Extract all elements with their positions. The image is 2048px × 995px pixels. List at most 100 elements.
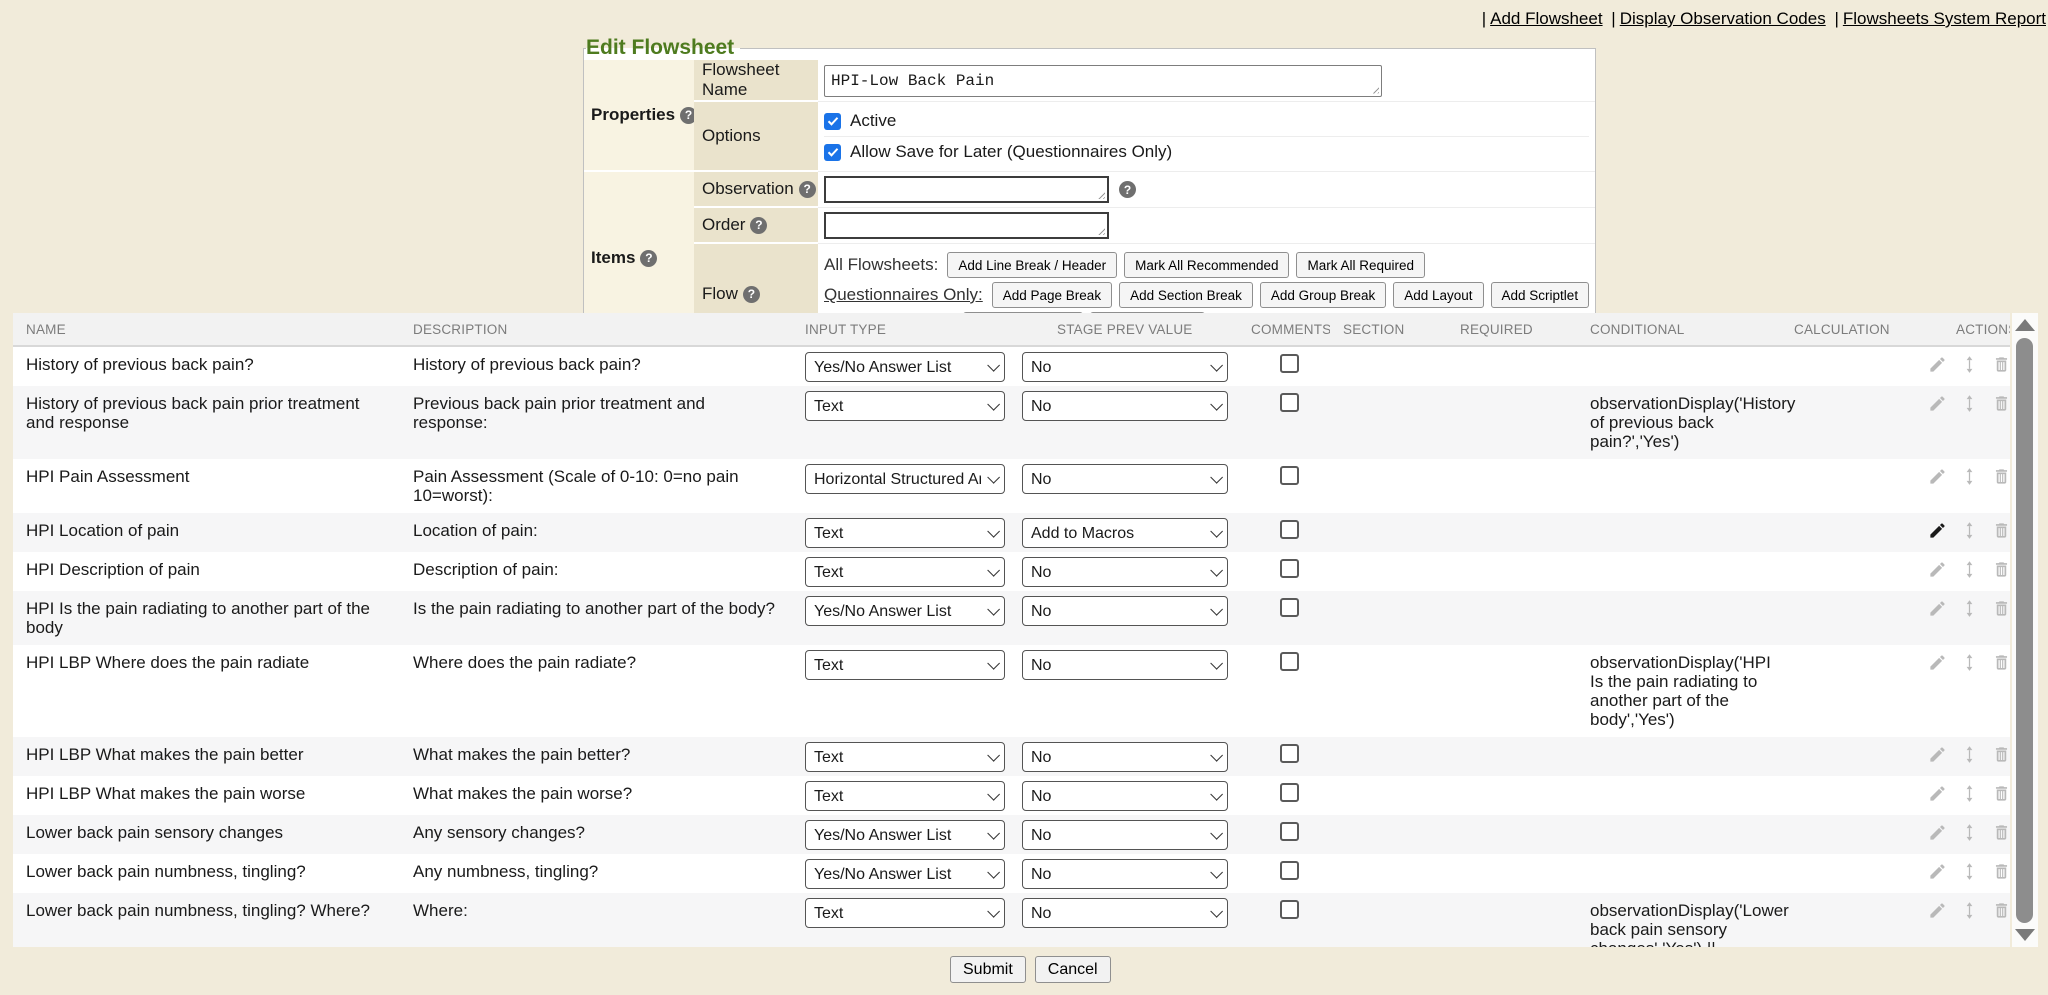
stage-prev-value-select[interactable]: No: [1022, 596, 1228, 626]
move-vertical-icon[interactable]: [1960, 823, 1979, 842]
stage-prev-value-select[interactable]: No: [1022, 650, 1228, 680]
input-type-select[interactable]: Yes/No Answer List: [805, 596, 1005, 626]
move-vertical-icon[interactable]: [1960, 467, 1979, 486]
resize-grip-icon[interactable]: [1096, 190, 1105, 199]
trash-icon[interactable]: [1992, 560, 2010, 579]
order-input[interactable]: [824, 212, 1109, 239]
comments-checkbox[interactable]: [1280, 822, 1299, 841]
stage-prev-value-select[interactable]: No: [1022, 464, 1228, 494]
stage-prev-value-select[interactable]: No: [1022, 742, 1228, 772]
move-vertical-icon[interactable]: [1960, 521, 1979, 540]
pencil-icon[interactable]: [1928, 823, 1947, 842]
trash-icon[interactable]: [1992, 901, 2010, 920]
comments-checkbox[interactable]: [1280, 861, 1299, 880]
input-type-select[interactable]: Yes/No Answer List: [805, 352, 1005, 382]
comments-checkbox[interactable]: [1280, 598, 1299, 617]
mark-all-required-button[interactable]: Mark All Required: [1296, 252, 1425, 278]
input-type-select[interactable]: Text: [805, 781, 1005, 811]
pencil-icon[interactable]: [1928, 394, 1947, 413]
allow-save-checkbox[interactable]: [824, 144, 841, 161]
input-type-select[interactable]: Text: [805, 518, 1005, 548]
input-type-select[interactable]: Text: [805, 557, 1005, 587]
vertical-scrollbar[interactable]: [2012, 313, 2038, 947]
stage-prev-value-select[interactable]: No: [1022, 557, 1228, 587]
pencil-icon[interactable]: [1928, 560, 1947, 579]
pencil-icon[interactable]: [1928, 862, 1947, 881]
comments-checkbox[interactable]: [1280, 559, 1299, 578]
pencil-icon[interactable]: [1928, 745, 1947, 764]
move-vertical-icon[interactable]: [1960, 901, 1979, 920]
submit-button[interactable]: Submit: [950, 956, 1026, 983]
comments-checkbox[interactable]: [1280, 900, 1299, 919]
trash-icon[interactable]: [1992, 653, 2010, 672]
add-scriptlet-button[interactable]: Add Scriptlet: [1491, 282, 1590, 308]
move-vertical-icon[interactable]: [1960, 653, 1979, 672]
stage-prev-value-select[interactable]: No: [1022, 352, 1228, 382]
move-vertical-icon[interactable]: [1960, 355, 1979, 374]
pencil-icon[interactable]: [1928, 784, 1947, 803]
pencil-icon[interactable]: [1928, 901, 1947, 920]
mark-all-recommended-button[interactable]: Mark All Recommended: [1124, 252, 1289, 278]
input-type-select[interactable]: Text: [805, 898, 1005, 928]
question-mark-icon[interactable]: ?: [799, 181, 816, 198]
trash-icon[interactable]: [1992, 599, 2010, 618]
trash-icon[interactable]: [1992, 862, 2010, 881]
move-vertical-icon[interactable]: [1960, 599, 1979, 618]
stage-prev-value-select[interactable]: No: [1022, 820, 1228, 850]
add-group-break-button[interactable]: Add Group Break: [1260, 282, 1386, 308]
comments-checkbox[interactable]: [1280, 652, 1299, 671]
stage-prev-value-select[interactable]: No: [1022, 781, 1228, 811]
triangle-up-icon[interactable]: [2015, 319, 2035, 331]
trash-icon[interactable]: [1992, 467, 2010, 486]
link-add-flowsheet[interactable]: Add Flowsheet: [1490, 9, 1602, 28]
comments-checkbox[interactable]: [1280, 783, 1299, 802]
trash-icon[interactable]: [1992, 394, 2010, 413]
move-vertical-icon[interactable]: [1960, 745, 1979, 764]
trash-icon[interactable]: [1992, 823, 2010, 842]
link-display-observation-codes[interactable]: Display Observation Codes: [1620, 9, 1826, 28]
trash-icon[interactable]: [1992, 745, 2010, 764]
comments-checkbox[interactable]: [1280, 744, 1299, 763]
trash-icon[interactable]: [1992, 784, 2010, 803]
comments-checkbox[interactable]: [1280, 393, 1299, 412]
trash-icon[interactable]: [1992, 521, 2010, 540]
active-checkbox[interactable]: [824, 113, 841, 130]
cancel-button[interactable]: Cancel: [1035, 956, 1111, 983]
input-type-select[interactable]: Text: [805, 391, 1005, 421]
pencil-icon[interactable]: [1928, 599, 1947, 618]
move-vertical-icon[interactable]: [1960, 394, 1979, 413]
comments-checkbox[interactable]: [1280, 354, 1299, 373]
move-vertical-icon[interactable]: [1960, 560, 1979, 579]
comments-checkbox[interactable]: [1280, 466, 1299, 485]
add-section-break-button[interactable]: Add Section Break: [1119, 282, 1253, 308]
question-mark-icon[interactable]: ?: [743, 286, 760, 303]
stage-prev-value-select[interactable]: No: [1022, 391, 1228, 421]
move-vertical-icon[interactable]: [1960, 784, 1979, 803]
stage-prev-value-select[interactable]: No: [1022, 898, 1228, 928]
pencil-icon[interactable]: [1928, 653, 1947, 672]
question-mark-icon[interactable]: ?: [750, 217, 767, 234]
add-page-break-button[interactable]: Add Page Break: [992, 282, 1112, 308]
input-type-select[interactable]: Yes/No Answer List: [805, 820, 1005, 850]
pencil-icon[interactable]: [1928, 521, 1947, 540]
input-type-select[interactable]: Yes/No Answer List: [805, 859, 1005, 889]
scrollbar-thumb[interactable]: [2016, 338, 2033, 923]
add-line-break-header-button[interactable]: Add Line Break / Header: [947, 252, 1117, 278]
question-mark-icon[interactable]: ?: [1119, 181, 1136, 198]
questionnaires-only-link[interactable]: Questionnaires Only:: [824, 285, 983, 305]
pencil-icon[interactable]: [1928, 467, 1947, 486]
trash-icon[interactable]: [1992, 355, 2010, 374]
triangle-down-icon[interactable]: [2015, 929, 2035, 941]
pencil-icon[interactable]: [1928, 355, 1947, 374]
flowsheet-name-input[interactable]: HPI-Low Back Pain: [824, 65, 1382, 97]
link-flowsheets-system-report[interactable]: Flowsheets System Report: [1843, 9, 2046, 28]
question-mark-icon[interactable]: ?: [640, 250, 657, 267]
comments-checkbox[interactable]: [1280, 520, 1299, 539]
add-layout-button[interactable]: Add Layout: [1393, 282, 1483, 308]
resize-grip-icon[interactable]: [1370, 85, 1379, 94]
input-type-select[interactable]: Horizontal Structured Ans: [805, 464, 1005, 494]
input-type-select[interactable]: Text: [805, 742, 1005, 772]
observation-input[interactable]: [824, 176, 1109, 203]
stage-prev-value-select[interactable]: Add to Macros: [1022, 518, 1228, 548]
resize-grip-icon[interactable]: [1096, 226, 1105, 235]
